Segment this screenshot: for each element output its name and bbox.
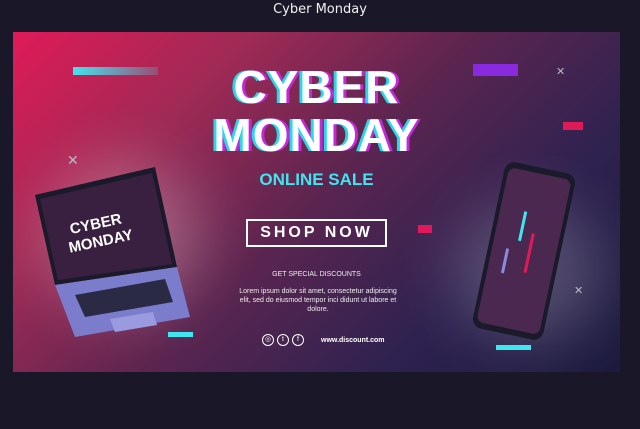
laptop-illustration: CYBER MONDAY — [35, 167, 190, 337]
twitter-icon[interactable]: t — [277, 334, 289, 346]
social-links: ◎ t f www.discount.com — [262, 334, 385, 346]
instagram-icon[interactable]: ◎ — [262, 334, 274, 346]
page-title: Cyber Monday — [273, 2, 367, 17]
headline-monday: MONDAY — [213, 109, 420, 161]
website-link[interactable]: www.discount.com — [321, 337, 385, 344]
shop-now-button[interactable]: SHOP NOW — [246, 219, 387, 247]
glitch-bar — [496, 345, 531, 350]
glitch-bar — [418, 225, 432, 233]
cyber-monday-banner: ✕ ✕ ✕ CYBER MONDAY ONLINE SALE SHOP NOW … — [13, 32, 620, 372]
phone-illustration — [472, 162, 576, 340]
facebook-icon[interactable]: f — [292, 334, 304, 346]
body-text: Lorem ipsum dolor sit amet, consectetur … — [239, 288, 397, 313]
headline-cyber: CYBER — [233, 61, 400, 113]
